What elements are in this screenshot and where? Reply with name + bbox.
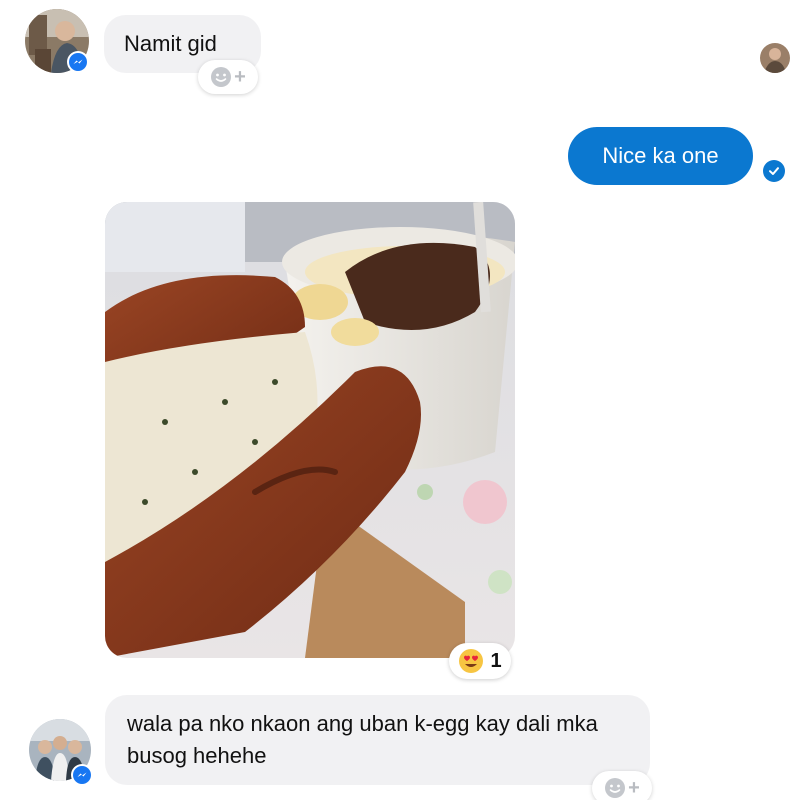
message-text: Namit gid [124, 31, 217, 56]
message-text: wala pa nko nkaon ang uban k-egg kay dal… [127, 711, 598, 768]
read-receipt-avatar [760, 43, 790, 73]
plus-icon: + [234, 66, 246, 88]
reaction-count-badge[interactable]: 1 [449, 643, 511, 679]
messenger-badge-icon [71, 764, 93, 786]
outgoing-message-bubble[interactable]: Nice ka one [568, 127, 753, 185]
chat-thread: Namit gid + Nice ka one 1 wala pa nko nk… [0, 0, 800, 800]
food-photo-image [105, 202, 515, 658]
heart-eyes-emoji-icon [459, 649, 484, 673]
plus-icon: + [628, 777, 640, 799]
incoming-message-bubble[interactable]: wala pa nko nkaon ang uban k-egg kay dal… [105, 695, 650, 785]
smiley-icon [605, 778, 626, 798]
add-reaction-button[interactable]: + [592, 771, 652, 800]
smiley-icon [211, 67, 232, 87]
reaction-count: 1 [490, 649, 502, 672]
food-photo[interactable] [105, 202, 515, 658]
sent-check-icon [763, 160, 785, 182]
messenger-badge-icon [67, 51, 89, 73]
add-reaction-button[interactable]: + [198, 60, 258, 94]
message-text: Nice ka one [602, 143, 719, 168]
